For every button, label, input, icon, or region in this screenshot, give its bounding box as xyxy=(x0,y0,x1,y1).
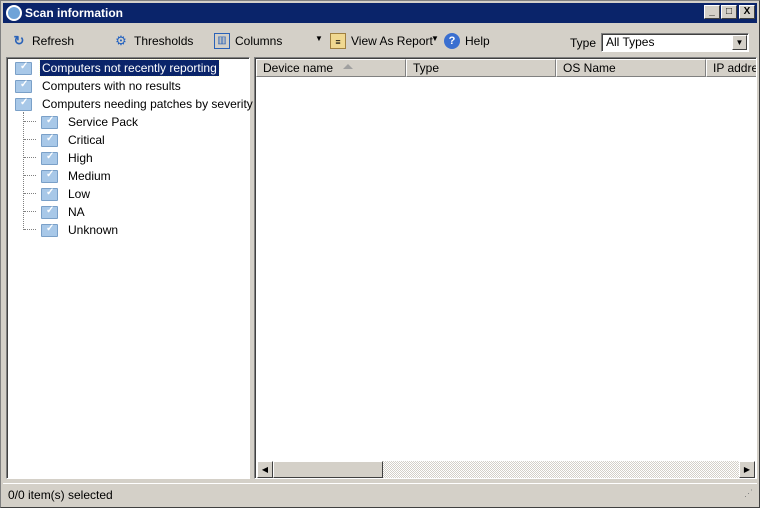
tree-node-service-pack[interactable]: Service Pack xyxy=(41,113,140,131)
device-list: Device name Type OS Name IP address ◀ ▶ xyxy=(254,57,757,479)
scroll-left-button[interactable]: ◀ xyxy=(257,461,273,478)
help-icon: ? xyxy=(444,33,460,49)
tree-label: High xyxy=(68,151,93,165)
status-bar: 0/0 item(s) selected ⋰ xyxy=(3,483,757,507)
tree-label: Computers not recently reporting xyxy=(39,59,220,77)
column-header-ip-address[interactable]: IP address xyxy=(706,59,756,77)
columns-icon: ▥ xyxy=(214,33,230,49)
tree-label: Service Pack xyxy=(68,115,139,129)
scan-information-window: Scan information _ □ X ↻ Refresh ⚙ Thresho… xyxy=(0,0,760,508)
tree-node-unknown[interactable]: Unknown xyxy=(41,221,120,239)
column-label: Type xyxy=(413,61,440,75)
minimize-button[interactable]: _ xyxy=(704,5,720,19)
clipboard-icon: ≡ xyxy=(330,33,346,49)
tree-node-medium[interactable]: Medium xyxy=(41,167,113,185)
column-label: OS Name xyxy=(563,61,616,75)
report-dropdown-icon[interactable]: ▼ xyxy=(431,34,439,43)
columns-label: Columns xyxy=(235,34,283,48)
tree-node-low[interactable]: Low xyxy=(41,185,92,203)
resize-grip-icon[interactable]: ⋰ xyxy=(744,482,753,504)
tree-node-critical[interactable]: Critical xyxy=(41,131,107,149)
maximize-button[interactable]: □ xyxy=(721,5,737,19)
tree-node-no-results[interactable]: Computers with no results xyxy=(15,77,183,95)
folder-icon xyxy=(15,97,32,111)
horizontal-scrollbar[interactable]: ◀ ▶ xyxy=(257,461,755,478)
scroll-thumb[interactable] xyxy=(273,461,383,478)
sort-ascending-icon xyxy=(343,64,353,69)
column-header-os-name[interactable]: OS Name xyxy=(556,59,706,77)
category-tree: Computers not recently reporting Compute… xyxy=(6,57,253,479)
refresh-label: Refresh xyxy=(32,34,75,48)
folder-icon xyxy=(41,223,58,237)
type-select-value: All Types xyxy=(606,35,655,49)
refresh-icon: ↻ xyxy=(13,33,25,48)
thresholds-label: Thresholds xyxy=(134,34,194,48)
folder-icon xyxy=(41,205,58,219)
column-label: IP address xyxy=(713,61,756,75)
tree-label: Computers needing patches by severity xyxy=(42,97,253,111)
gear-icon: ⚙ xyxy=(115,33,127,48)
thresholds-button[interactable]: ⚙ Thresholds xyxy=(113,31,193,51)
folder-icon xyxy=(41,187,58,201)
columns-button[interactable]: ▥ Columns xyxy=(214,31,282,51)
tree-label: Critical xyxy=(68,133,105,147)
close-button[interactable]: X xyxy=(739,5,755,19)
folder-icon xyxy=(41,151,58,165)
window-title: Scan information xyxy=(25,6,124,20)
folder-icon xyxy=(41,115,58,129)
refresh-button[interactable]: ↻ Refresh xyxy=(11,31,74,51)
tree-label: NA xyxy=(68,205,85,219)
column-label: Device name xyxy=(263,61,334,75)
help-label: Help xyxy=(465,34,490,48)
chevron-down-icon[interactable]: ▼ xyxy=(732,35,747,50)
columns-dropdown-icon[interactable]: ▼ xyxy=(315,34,323,43)
column-header-type[interactable]: Type xyxy=(406,59,556,77)
tree-node-needing-patches[interactable]: Computers needing patches by severity xyxy=(15,95,255,113)
folder-icon xyxy=(41,133,58,147)
folder-icon xyxy=(15,79,32,93)
view-as-report-label: View As Report xyxy=(351,34,433,48)
tree-node-not-reporting[interactable]: Computers not recently reporting xyxy=(15,59,220,77)
folder-icon xyxy=(15,61,32,75)
status-text: 0/0 item(s) selected xyxy=(8,488,113,502)
tree-node-high[interactable]: High xyxy=(41,149,95,167)
toolbar: ↻ Refresh ⚙ Thresholds ▥ Columns ▼ ≡ View As… xyxy=(3,28,757,54)
tree-label: Unknown xyxy=(68,223,119,237)
help-button[interactable]: ? Help xyxy=(444,31,490,51)
tree-label: Computers with no results xyxy=(42,79,181,93)
tree-label: Medium xyxy=(68,169,111,183)
folder-icon xyxy=(41,169,58,183)
type-label: Type xyxy=(570,36,597,50)
scroll-right-button[interactable]: ▶ xyxy=(739,461,755,478)
column-header-device-name[interactable]: Device name xyxy=(256,59,406,77)
app-icon xyxy=(6,5,22,21)
view-as-report-button[interactable]: ≡ View As Report xyxy=(330,31,433,51)
tree-label: Low xyxy=(68,187,91,201)
tree-node-na[interactable]: NA xyxy=(41,203,87,221)
type-select[interactable]: All Types ▼ xyxy=(601,33,749,52)
title-bar[interactable]: Scan information _ □ X xyxy=(3,3,757,23)
